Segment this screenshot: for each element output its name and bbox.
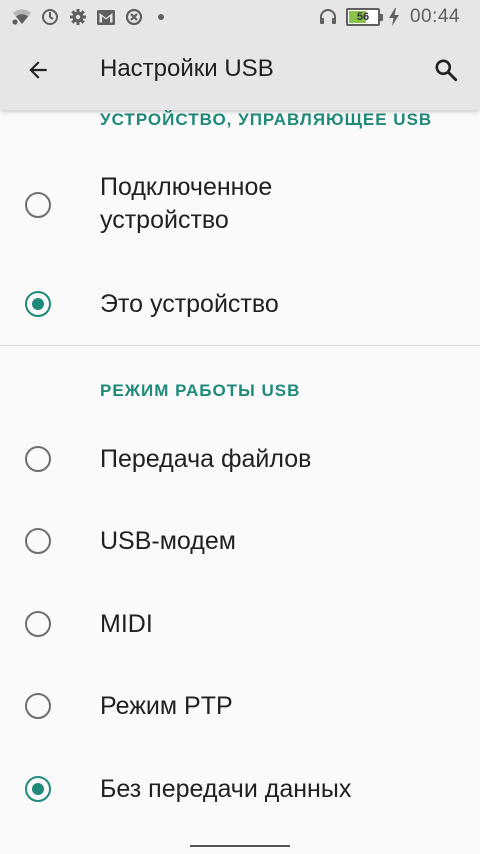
status-bar-left [12, 6, 164, 28]
gmail-icon [96, 7, 116, 27]
radio-button[interactable] [25, 693, 51, 719]
section-divider [0, 345, 480, 346]
option-label: Без передачи данных [100, 775, 352, 803]
option-usb-modem[interactable]: USB-модем [0, 507, 480, 579]
sync-icon [40, 7, 60, 27]
usb-settings-screen: 56 00:44 Настройки USB УСТРОЙСТВО, УПРАВ… [0, 0, 480, 854]
option-ptp-mode[interactable]: Режим PTP [0, 672, 480, 744]
radio-button[interactable] [25, 611, 51, 637]
option-label: Это устройство [100, 290, 279, 318]
headphones-icon [318, 7, 338, 27]
option-label: Режим PTP [100, 692, 233, 720]
search-icon [433, 57, 459, 88]
battery-level: 56 [356, 11, 370, 23]
wifi-icon [12, 7, 32, 27]
data-saver-icon [124, 7, 144, 27]
option-file-transfer[interactable]: Передача файлов [0, 425, 480, 497]
status-bar: 56 00:44 [0, 0, 480, 34]
radio-button-checked[interactable] [25, 291, 51, 317]
page-title: Настройки USB [100, 55, 274, 82]
arrow-back-icon [25, 57, 51, 88]
search-button[interactable] [426, 52, 466, 92]
settings-icon [68, 7, 88, 27]
option-label-line1: Подключенное [100, 173, 273, 201]
option-label: MIDI [100, 610, 153, 638]
option-no-data-transfer[interactable]: Без передачи данных [0, 755, 480, 827]
option-connected-device[interactable]: Подключенное устройство [0, 168, 480, 246]
battery-icon: 56 [345, 8, 383, 26]
status-time: 00:44 [409, 6, 460, 27]
charging-bolt-icon [388, 7, 400, 27]
option-label: USB-модем [100, 527, 236, 555]
app-bar: Настройки USB [0, 34, 480, 110]
option-label-line2: устройство [100, 206, 229, 234]
settings-list[interactable]: УСТРОЙСТВО, УПРАВЛЯЮЩЕЕ USB Подключенное… [0, 110, 480, 854]
radio-button[interactable] [25, 528, 51, 554]
section-header-usb-controller: УСТРОЙСТВО, УПРАВЛЯЮЩЕЕ USB [100, 110, 433, 129]
option-label: Передача файлов [100, 445, 312, 473]
radio-button[interactable] [25, 192, 51, 218]
section-header-usb-mode: РЕЖИМ РАБОТЫ USB [100, 381, 301, 400]
status-bar-right: 56 00:44 [318, 5, 460, 29]
option-midi[interactable]: MIDI [0, 590, 480, 662]
back-button[interactable] [18, 52, 58, 92]
radio-button[interactable] [25, 446, 51, 472]
option-this-device[interactable]: Это устройство [0, 270, 480, 338]
radio-button-checked[interactable] [25, 776, 51, 802]
notification-dot-icon [158, 14, 164, 20]
bottom-edge-line [190, 845, 290, 847]
